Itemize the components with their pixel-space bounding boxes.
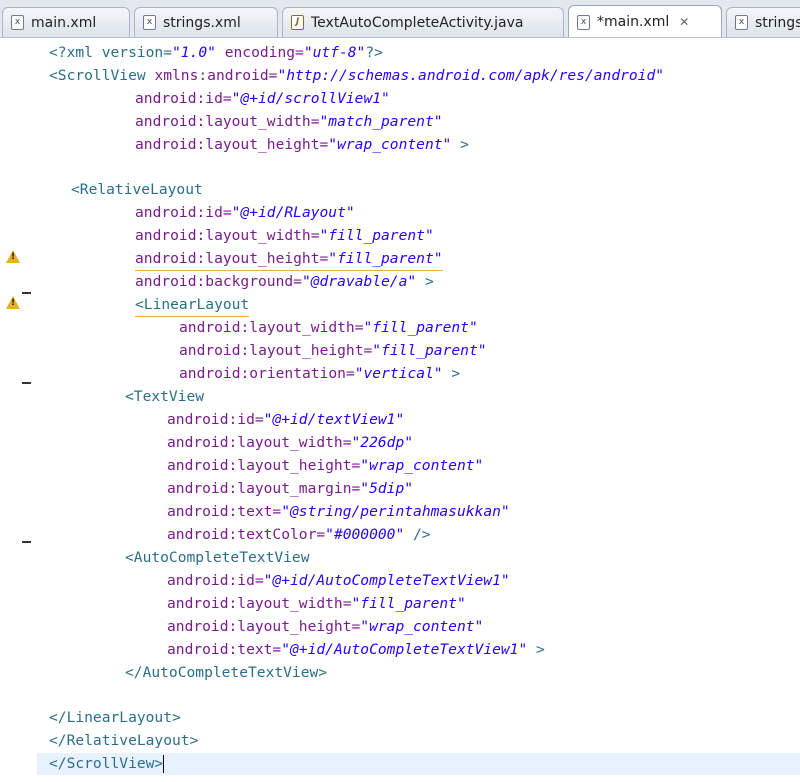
code-line: android:layout_height="wrap_content": [167, 457, 484, 474]
code-line: </AutoCompleteTextView>: [125, 664, 328, 681]
code-line: android:layout_width="match_parent": [135, 113, 443, 130]
code-line: android:orientation="vertical" >: [179, 365, 461, 382]
code-line: android:id="@+id/AutoCompleteTextView1": [167, 572, 510, 589]
code-line: android:layout_height="wrap_content" >: [135, 136, 469, 153]
warning-icon[interactable]: [6, 250, 20, 263]
java-file-icon: J: [291, 15, 304, 30]
code-line: android:layout_width="226dp": [167, 434, 414, 451]
code-line: <TextView: [125, 388, 205, 405]
code-line-warning: <LinearLayout: [135, 294, 250, 317]
close-icon[interactable]: ✕: [679, 15, 689, 29]
code-line: android:layout_height="fill_parent": [179, 342, 487, 359]
code-line: android:text="@+id/AutoCompleteTextView1…: [167, 641, 545, 658]
code-line: <AutoCompleteTextView: [125, 549, 310, 566]
code-line: android:id="@+id/textView1": [167, 411, 405, 428]
code-line-current: </ScrollView>: [37, 753, 800, 775]
text-caret: [163, 755, 165, 773]
code-line: android:id="@+id/scrollView1": [135, 90, 390, 107]
code-line: android:layout_height="wrap_content": [167, 618, 484, 635]
change-marker: [22, 541, 31, 543]
editor-ruler: [0, 38, 37, 782]
change-marker: [22, 382, 31, 384]
tab-strings-xml[interactable]: x strings.xml: [134, 7, 278, 37]
tab-label: *main.xml: [597, 14, 670, 30]
code-line: android:layout_margin="5dip": [167, 480, 414, 497]
code-line: <?xml version="1.0" encoding="utf-8"?>: [49, 44, 383, 61]
code-editor[interactable]: <?xml version="1.0" encoding="utf-8"?> <…: [37, 38, 800, 782]
editor-tab-bar: x main.xml x strings.xml J TextAutoCompl…: [0, 0, 800, 38]
xml-file-icon: x: [11, 15, 24, 30]
code-line: android:id="@+id/RLayout": [135, 204, 355, 221]
code-line: <RelativeLayout: [71, 181, 203, 198]
xml-file-icon: x: [735, 15, 748, 30]
tab-textautocompleteactivity-java[interactable]: J TextAutoCompleteActivity.java: [282, 7, 564, 37]
tab-strings-partial[interactable]: x strings: [726, 7, 800, 37]
code-line: android:textColor="#000000" />: [167, 526, 431, 543]
code-line: android:text="@string/perintahmasukkan": [167, 503, 510, 520]
code-line: android:layout_width="fill_parent": [135, 227, 434, 244]
tab-label: main.xml: [31, 14, 97, 31]
code-line: android:layout_width="fill_parent": [167, 595, 466, 612]
xml-file-icon: x: [577, 14, 590, 30]
warning-icon[interactable]: [6, 296, 20, 309]
code-line-warning: android:layout_height="fill_parent": [135, 248, 443, 271]
tab-label: TextAutoCompleteActivity.java: [311, 14, 524, 31]
tab-label: strings: [755, 14, 800, 31]
tab-label: strings.xml: [163, 14, 241, 31]
code-line: </LinearLayout>: [49, 709, 181, 726]
xml-file-icon: x: [143, 15, 156, 30]
code-line: </RelativeLayout>: [49, 732, 199, 749]
code-line: android:layout_width="fill_parent": [179, 319, 478, 336]
tab-main-xml[interactable]: x main.xml: [2, 7, 130, 37]
code-line: android:background="@dravable/a" >: [135, 273, 434, 290]
change-marker: [22, 292, 31, 294]
tab-main-xml-modified[interactable]: x *main.xml ✕: [568, 5, 722, 37]
code-line: <ScrollView xmlns:android="http://schema…: [49, 67, 665, 84]
